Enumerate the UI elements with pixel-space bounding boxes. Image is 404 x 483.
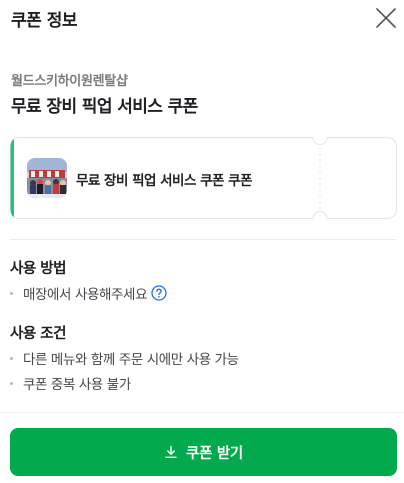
download-icon	[165, 445, 177, 459]
ticket-name: 무료 장비 픽업 서비스 쿠폰 쿠폰	[76, 173, 252, 189]
usage-method-title: 사용 방법	[10, 261, 66, 277]
page-title: 쿠폰 정보	[11, 11, 77, 31]
help-circle-icon[interactable]	[151, 285, 167, 301]
coupon-ticket: 무료 장비 픽업 서비스 쿠폰 쿠폰	[10, 137, 397, 219]
usage-method-item: 매장에서 사용해주세요	[10, 283, 167, 303]
download-button-label: 쿠폰 받기	[186, 445, 243, 462]
download-coupon-button[interactable]: 쿠폰 받기	[10, 428, 397, 476]
coupon-title: 무료 장비 픽업 서비스 쿠폰	[11, 97, 198, 117]
usage-condition-text: 쿠폰 중복 사용 불가	[23, 377, 131, 393]
shop-name: 월드스키하이원렌탈샵	[11, 74, 128, 89]
header: 쿠폰 정보	[0, 0, 404, 38]
bullet-dot	[10, 291, 13, 295]
footer-divider	[0, 412, 404, 413]
bullet-dot	[10, 356, 13, 360]
shop-thumbnail	[27, 158, 67, 198]
close-button[interactable]	[374, 6, 398, 30]
usage-condition-text: 다른 메뉴와 함께 주문 시에만 사용 가능	[23, 352, 239, 368]
usage-condition-item: 다른 메뉴와 함께 주문 시에만 사용 가능	[10, 348, 239, 368]
usage-condition-item: 쿠폰 중복 사용 불가	[10, 373, 131, 393]
ticket-accent	[10, 137, 14, 219]
usage-method-text: 매장에서 사용해주세요	[23, 287, 148, 303]
close-icon	[376, 8, 396, 28]
section-divider	[10, 239, 397, 240]
usage-conditions-title: 사용 조건	[10, 326, 66, 342]
bullet-dot	[10, 381, 13, 385]
